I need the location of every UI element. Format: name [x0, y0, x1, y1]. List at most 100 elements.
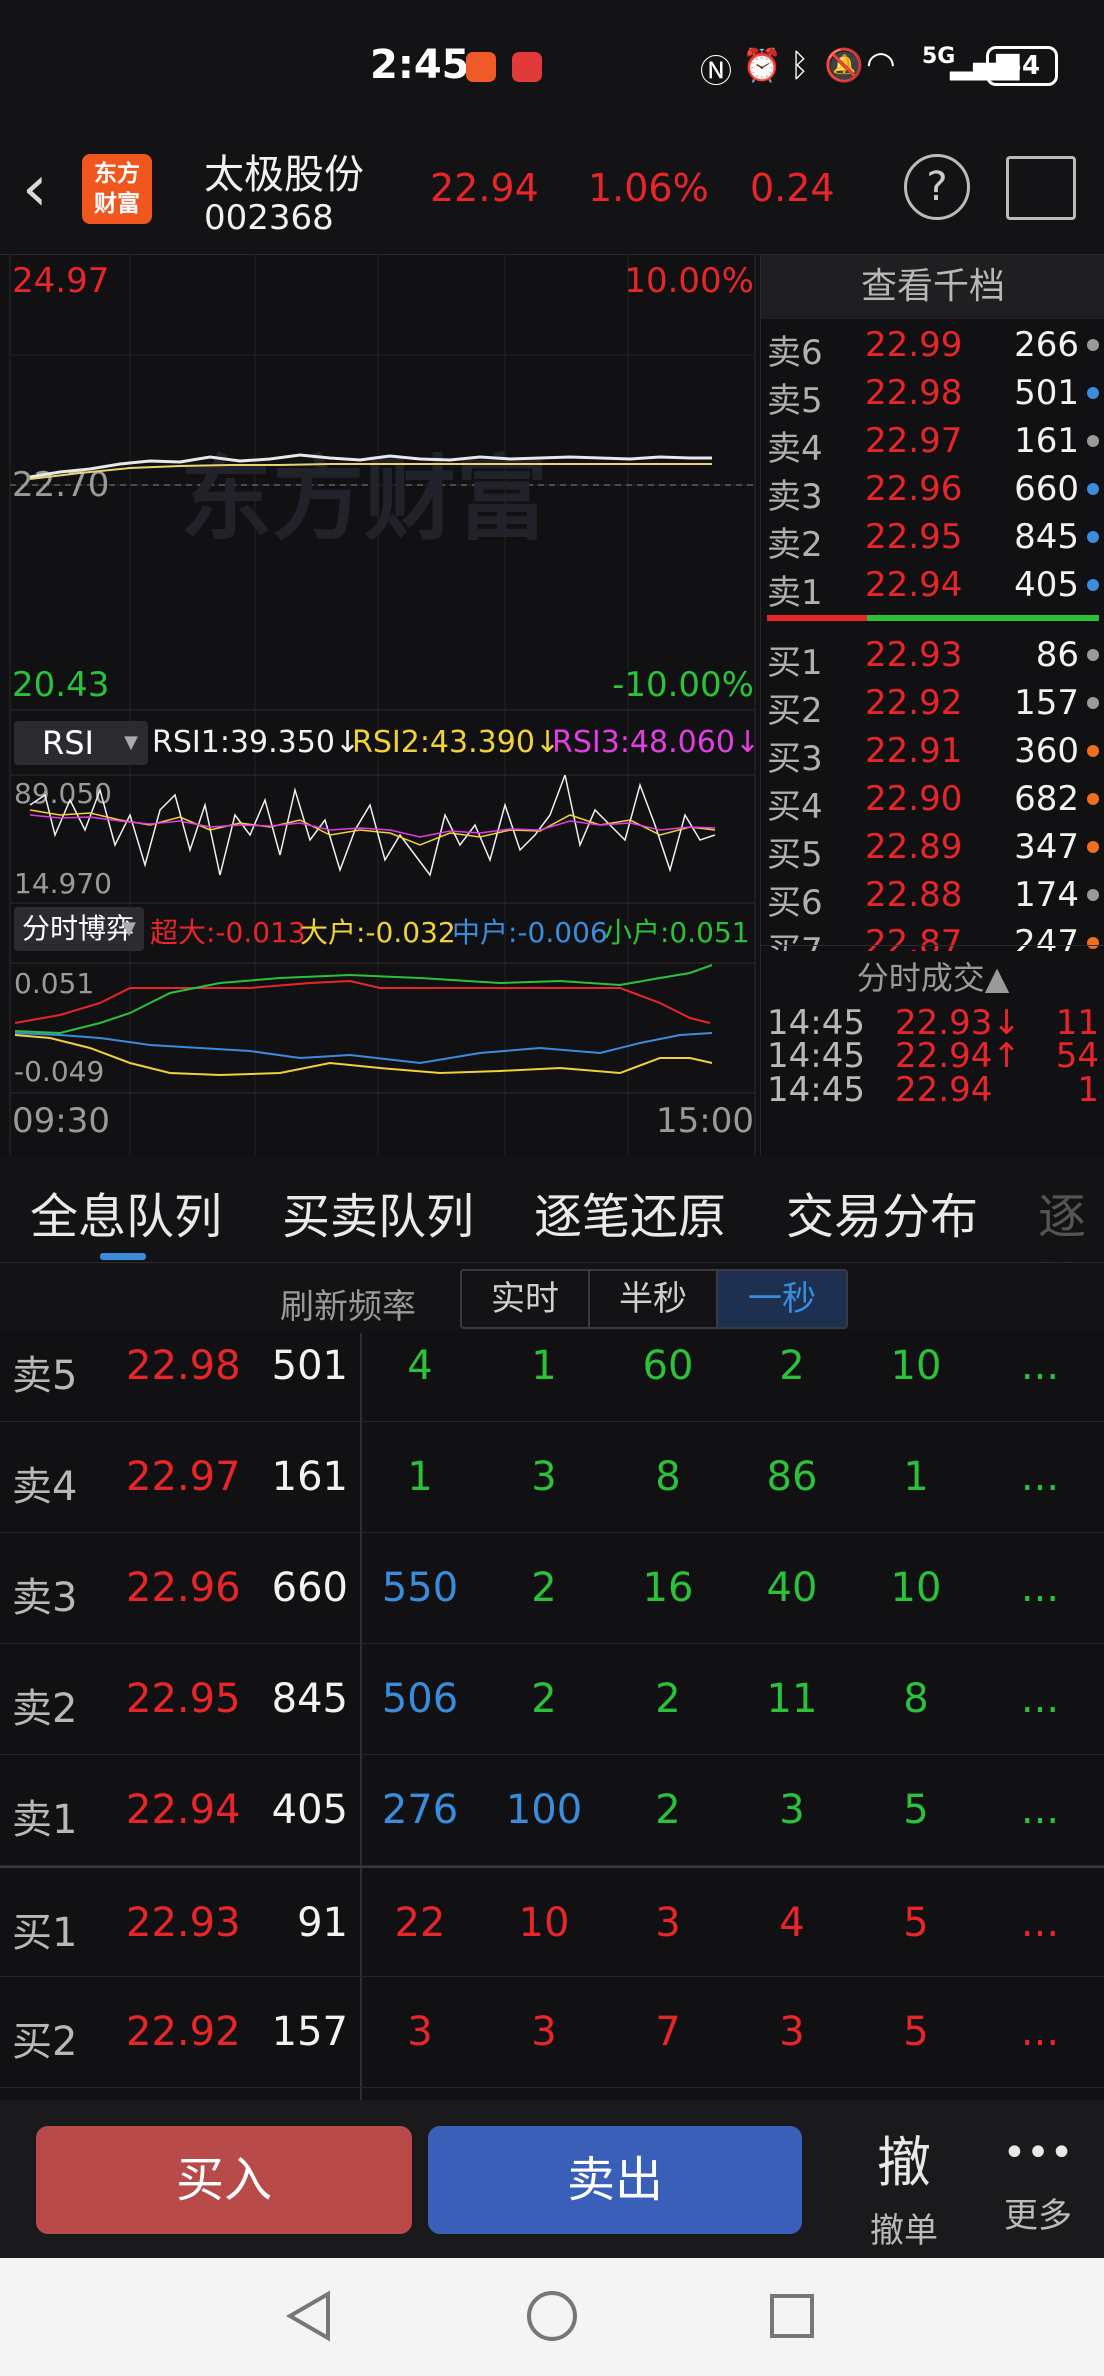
flow-selector[interactable]: 分时博弈 ▼ [14, 907, 144, 951]
queue-order-size: 8 [903, 1676, 929, 1722]
bid-level-price: 22.87 [865, 923, 963, 951]
queue-row[interactable]: 卖2 22.95 845 506 2 2 11 8... [0, 1644, 1104, 1755]
queue-order-size: 3 [655, 1900, 681, 1946]
queue-level-label: 卖5 [12, 1353, 78, 1399]
queue-order-size: 5 [903, 1787, 929, 1833]
ask-level-label: 卖5 [767, 381, 823, 421]
queue-order-size: 3 [531, 2009, 557, 2055]
queue-level-label: 卖2 [12, 1686, 78, 1732]
queue-level-price: 22.93 [126, 1900, 241, 1946]
ticks-title[interactable]: 分时成交▲ [761, 953, 1104, 999]
more-button[interactable]: ••• 更多 [984, 2118, 1092, 2248]
queue-order-size: 8 [655, 1454, 681, 1500]
queue-row[interactable]: 卖4 22.97 161 1 3 8 86 1... [0, 1422, 1104, 1533]
tab-trade-distribution[interactable]: 交易分布 [786, 1177, 978, 1247]
price-change: 0.24 [750, 166, 835, 210]
mute-icon: 🔕 [824, 46, 864, 84]
refresh-option-one-second[interactable]: 一秒 [718, 1271, 846, 1327]
queue-order-size: 506 [381, 1676, 459, 1722]
bid-level-label: 买4 [767, 787, 823, 827]
detail-tabs: 全息队列 买卖队列 逐笔还原 交易分布 逐笔 [0, 1155, 1104, 1315]
queue-order-size: 60 [642, 1343, 694, 1389]
queue-table: 卖5 22.98 501 4 1 60 2 10... 卖4 22.97 161 1 3 8 86 1... 卖… [0, 1333, 1104, 2100]
queue-order-size: 2 [531, 1676, 557, 1722]
level-dot-icon [1087, 841, 1099, 853]
sell-button[interactable]: 卖出 [428, 2126, 802, 2234]
tab-full-queue[interactable]: 全息队列 [30, 1177, 222, 1247]
more-icon: ••• [1002, 2130, 1074, 2176]
level-dot-icon [1087, 387, 1099, 399]
flow-small-value: 小户:0.051 [604, 916, 750, 949]
queue-level-price: 22.92 [126, 2009, 241, 2055]
queue-order-size: 276 [381, 1787, 459, 1833]
queue-order-size: 550 [381, 1565, 459, 1611]
nav-recents-icon[interactable] [762, 2286, 822, 2346]
queue-order-size: 3 [407, 2009, 433, 2055]
flow-selector-label: 分时博弈 [22, 912, 135, 945]
tab-tick-restore[interactable]: 逐笔还原 [534, 1177, 726, 1247]
help-icon[interactable]: ? [904, 154, 970, 220]
ask-level-label: 卖2 [767, 525, 823, 565]
ask-level-price: 22.99 [865, 325, 963, 365]
ask-level-row[interactable]: 卖4 22.97 161 [761, 421, 1104, 469]
switch-view-icon[interactable] [1006, 156, 1076, 220]
action-bar: 买入 卖出 撤 撤单 ••• 更多 [0, 2100, 1104, 2258]
cancel-icon: 撤 [877, 2131, 931, 2194]
queue-level-volume: 91 [297, 1900, 348, 1946]
queue-order-size: 86 [766, 1454, 818, 1500]
bid-level-row[interactable]: 买7 22.87 247 [761, 923, 1104, 951]
bid-level-row[interactable]: 买3 22.91 360 [761, 731, 1104, 779]
bid-level-label: 买1 [767, 643, 823, 683]
ask-level-row[interactable]: 卖2 22.95 845 [761, 517, 1104, 565]
bid-level-label: 买3 [767, 739, 823, 779]
queue-order-size: 10 [518, 1900, 570, 1946]
bid-level-volume: 247 [1014, 923, 1079, 951]
bid-level-row[interactable]: 买2 22.92 157 [761, 683, 1104, 731]
bid-level-price: 22.92 [865, 683, 963, 723]
bid-level-row[interactable]: 买1 22.93 86 [761, 635, 1104, 683]
queue-row[interactable]: 卖5 22.98 501 4 1 60 2 10... [0, 1333, 1104, 1422]
queue-row[interactable]: 买2 22.92 157 3 3 7 3 5... [0, 1977, 1104, 2088]
nav-back-icon[interactable] [280, 2286, 340, 2346]
app-logo[interactable]: 东方 财富 [82, 154, 152, 224]
queue-order-size: ... [1020, 1900, 1060, 1946]
indicator-selector[interactable]: RSI ▼ [14, 721, 148, 765]
intraday-chart[interactable]: 东方财富 24.97 10.00% 22.70 20.43 -10.00% RS… [0, 255, 760, 1155]
queue-order-size: 22 [394, 1900, 446, 1946]
queue-row[interactable]: 卖3 22.96 660 550 2 16 40 10... [0, 1533, 1104, 1644]
queue-level-volume: 405 [271, 1787, 348, 1833]
message-notification-icon [512, 52, 542, 82]
refresh-option-half-second[interactable]: 半秒 [590, 1271, 718, 1327]
ask-level-price: 22.95 [865, 517, 963, 557]
queue-order-size: 10 [890, 1343, 942, 1389]
bid-level-row[interactable]: 买6 22.88 174 [761, 875, 1104, 923]
queue-level-volume: 501 [271, 1343, 348, 1389]
bid-ratio-bar [867, 615, 1099, 621]
cancel-label: 撤单 [870, 2211, 938, 2251]
tab-bid-ask-queue[interactable]: 买卖队列 [282, 1177, 474, 1247]
rsi-series [29, 775, 716, 877]
level-dot-icon [1087, 483, 1099, 495]
ask-level-row[interactable]: 卖5 22.98 501 [761, 373, 1104, 421]
tick-time: 14:45 [767, 1069, 865, 1110]
queue-row[interactable]: 买1 22.93 91 22 10 3 4 5... [0, 1866, 1104, 1977]
bid-level-row[interactable]: 买4 22.90 682 [761, 779, 1104, 827]
bid-level-price: 22.93 [865, 635, 963, 675]
ask-level-volume: 501 [1014, 373, 1079, 413]
buy-button[interactable]: 买入 [36, 2126, 412, 2234]
view-depth-button[interactable]: 查看千档 [761, 255, 1104, 319]
ask-level-row[interactable]: 卖3 22.96 660 [761, 469, 1104, 517]
nav-home-icon[interactable] [522, 2286, 582, 2346]
back-icon[interactable]: ‹ [22, 152, 48, 226]
level-dot-icon [1087, 579, 1099, 591]
ask-level-row[interactable]: 卖1 22.94 405 [761, 565, 1104, 613]
queue-order-size: 3 [779, 1787, 805, 1833]
cancel-order-button[interactable]: 撤 撤单 [850, 2118, 958, 2251]
ask-level-row[interactable]: 卖6 22.99 266 [761, 325, 1104, 373]
queue-row[interactable]: 卖1 22.94 405 276 100 2 3 5... [0, 1755, 1104, 1866]
queue-order-size: 1 [903, 1454, 929, 1500]
queue-order-size: 100 [505, 1787, 583, 1833]
refresh-options: 实时 半秒 一秒 [460, 1269, 848, 1329]
refresh-option-realtime[interactable]: 实时 [462, 1271, 590, 1327]
bid-level-row[interactable]: 买5 22.89 347 [761, 827, 1104, 875]
